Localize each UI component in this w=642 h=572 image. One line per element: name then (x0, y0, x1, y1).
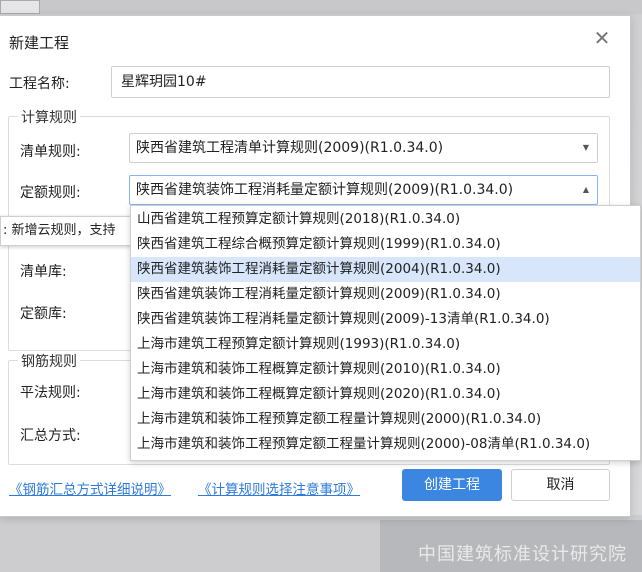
dropdown-option[interactable]: 陕西省建筑工程综合概预算定额计算规则(1999)(R1.0.34.0) (131, 232, 640, 257)
summary-mode-label: 汇总方式: (20, 428, 81, 444)
flat-rule-label: 平法规则: (20, 385, 81, 401)
quota-rule-select[interactable]: 陕西省建筑装饰工程消耗量定额计算规则(2009)(R1.0.34.0) ▲ (129, 175, 598, 205)
chevron-down-icon: ▼ (582, 143, 589, 152)
background-tile (0, 0, 40, 14)
calc-rules-group-title: 计算规则 (18, 107, 80, 127)
cancel-button[interactable]: 取消 (511, 469, 610, 501)
dropdown-option[interactable]: 上海市建筑和装饰工程概算定额计算规则(2010)(R1.0.34.0) (131, 357, 640, 382)
dropdown-option[interactable]: 陕西省建筑装饰工程消耗量定额计算规则(2004)(R1.0.34.0) (131, 257, 640, 282)
dropdown-option[interactable]: 上海市建筑和装饰工程预算定额工程量计算规则(2000)(R1.0.34.0) (131, 407, 640, 432)
list-rule-value: 陕西省建筑工程清单计算规则(2009)(R1.0.34.0) (136, 140, 444, 156)
project-name-input[interactable]: 星辉玥园10# (111, 66, 610, 98)
create-project-button[interactable]: 创建工程 (402, 469, 502, 501)
watermark-text: 中国建筑标准设计研究院 (418, 544, 627, 565)
calc-rule-notes-link[interactable]: 《计算规则选择注意事项》 (198, 478, 360, 498)
project-name-label: 工程名称: (9, 76, 70, 92)
list-rule-select[interactable]: 陕西省建筑工程清单计算规则(2009)(R1.0.34.0) ▼ (129, 133, 598, 163)
dropdown-option[interactable]: 上海市建筑工程预算定额计算规则(1993)(R1.0.34.0) (131, 332, 640, 357)
list-rule-label: 清单规则: (20, 144, 81, 160)
dropdown-option[interactable]: 山西省建筑工程预算定额计算规则(2018)(R1.0.34.0) (131, 207, 640, 232)
quota-rule-dropdown: 山西省建筑工程预算定额计算规则(2018)(R1.0.34.0) 陕西省建筑工程… (130, 205, 641, 461)
close-icon[interactable]: ✕ (592, 28, 612, 48)
background-toolbar (0, 0, 642, 14)
dropdown-option[interactable]: 陕西省建筑装饰工程消耗量定额计算规则(2009)(R1.0.34.0) (131, 282, 640, 307)
rebar-summary-help-link[interactable]: 《钢筋汇总方式详细说明》 (9, 478, 171, 498)
dropdown-option[interactable]: 上海市建筑和装饰工程概算定额计算规则(2020)(R1.0.34.0) (131, 382, 640, 407)
quota-library-label: 定额库: (20, 306, 67, 322)
list-library-label: 清单库: (20, 264, 67, 280)
rebar-rules-group-title: 钢筋规则 (18, 351, 80, 371)
quota-rule-value: 陕西省建筑装饰工程消耗量定额计算规则(2009)(R1.0.34.0) (136, 182, 514, 198)
dropdown-option[interactable]: 上海市建筑和装饰工程预算定额工程量计算规则(2000)-08清单(R1.0.34… (131, 432, 640, 457)
info-tooltip: : 新增云规则，支持 (0, 216, 140, 246)
chevron-up-icon: ▲ (582, 185, 589, 194)
dropdown-option[interactable]: 陕西省建筑装饰工程消耗量定额计算规则(2009)-13清单(R1.0.34.0) (131, 307, 640, 332)
quota-rule-label: 定额规则: (20, 185, 81, 201)
dialog-title: 新建工程 (9, 34, 70, 52)
